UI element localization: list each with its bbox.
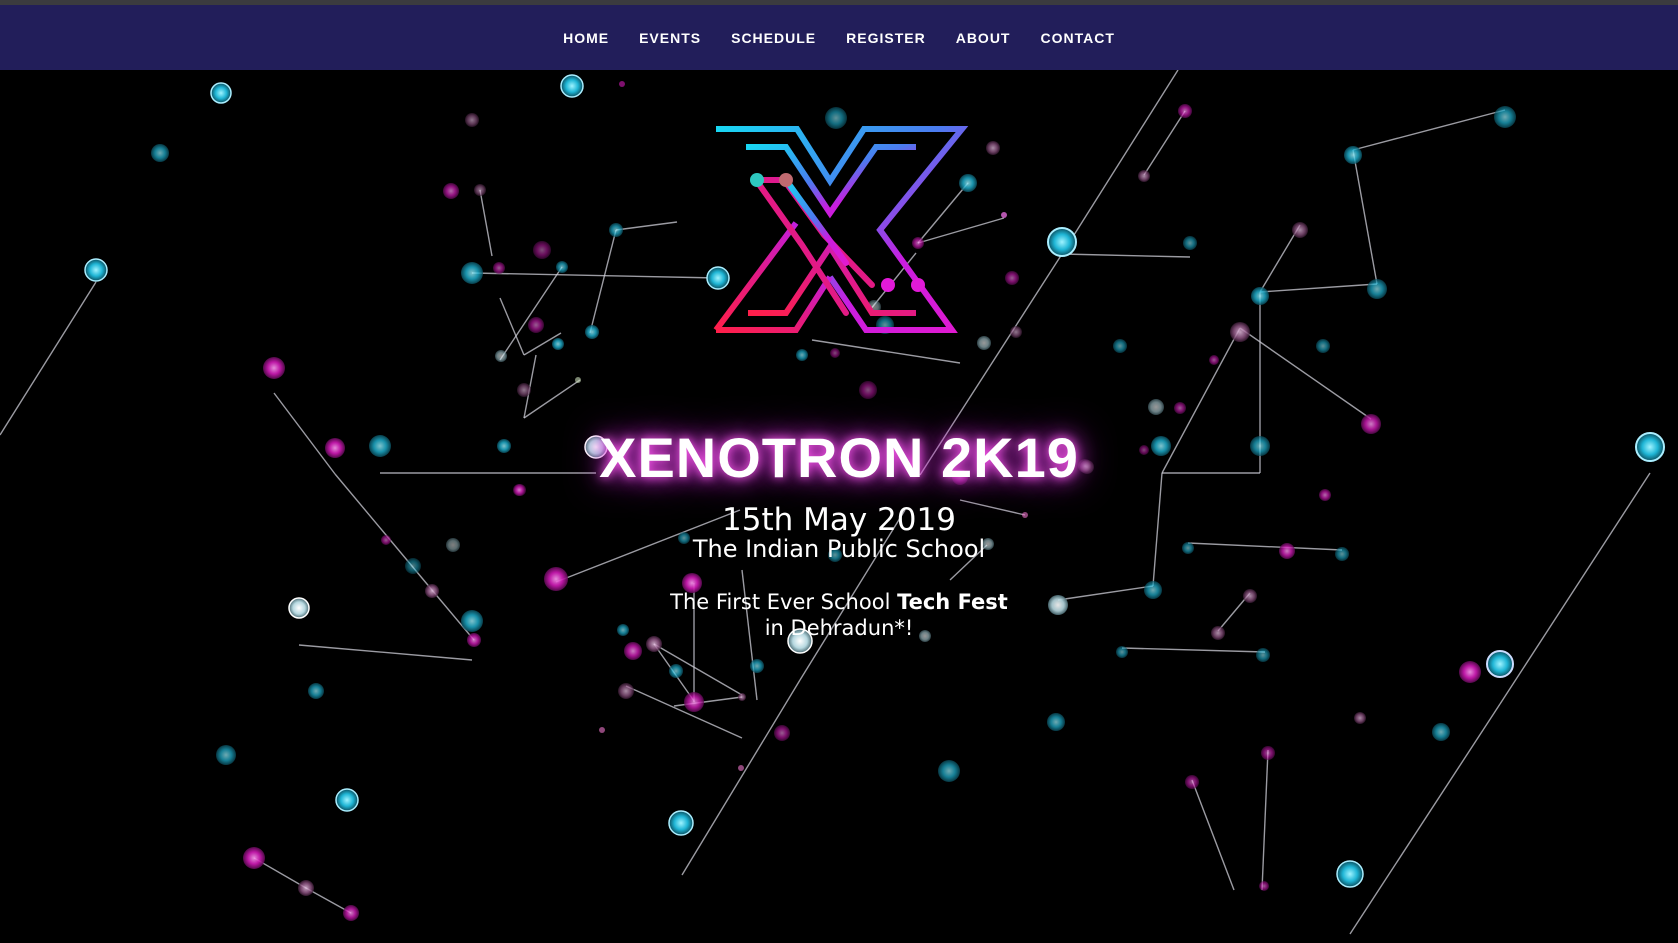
nav-events[interactable]: EVENTS [639,30,701,46]
tagline-highlight: Tech Fest [897,590,1008,614]
tagline-line2: in Dehradun*! [764,616,914,640]
nav-home[interactable]: HOME [563,30,609,46]
top-navbar: HOME EVENTS SCHEDULE REGISTER ABOUT CONT… [0,0,1678,70]
nav-register[interactable]: REGISTER [846,30,926,46]
main-nav: HOME EVENTS SCHEDULE REGISTER ABOUT CONT… [0,5,1678,70]
nav-contact[interactable]: CONTACT [1040,30,1114,46]
nav-schedule[interactable]: SCHEDULE [731,30,816,46]
hero-tagline: The First Ever School Tech Fest in Dehra… [0,589,1678,641]
hero-title: XENOTRON 2K19 [599,426,1079,489]
xenotron-x-logo-icon [713,126,969,333]
nav-about[interactable]: ABOUT [956,30,1011,46]
event-venue: The Indian Public School [692,535,986,563]
tagline-text: The First Ever School [670,590,898,614]
event-date: 15th May 2019 [722,502,956,538]
